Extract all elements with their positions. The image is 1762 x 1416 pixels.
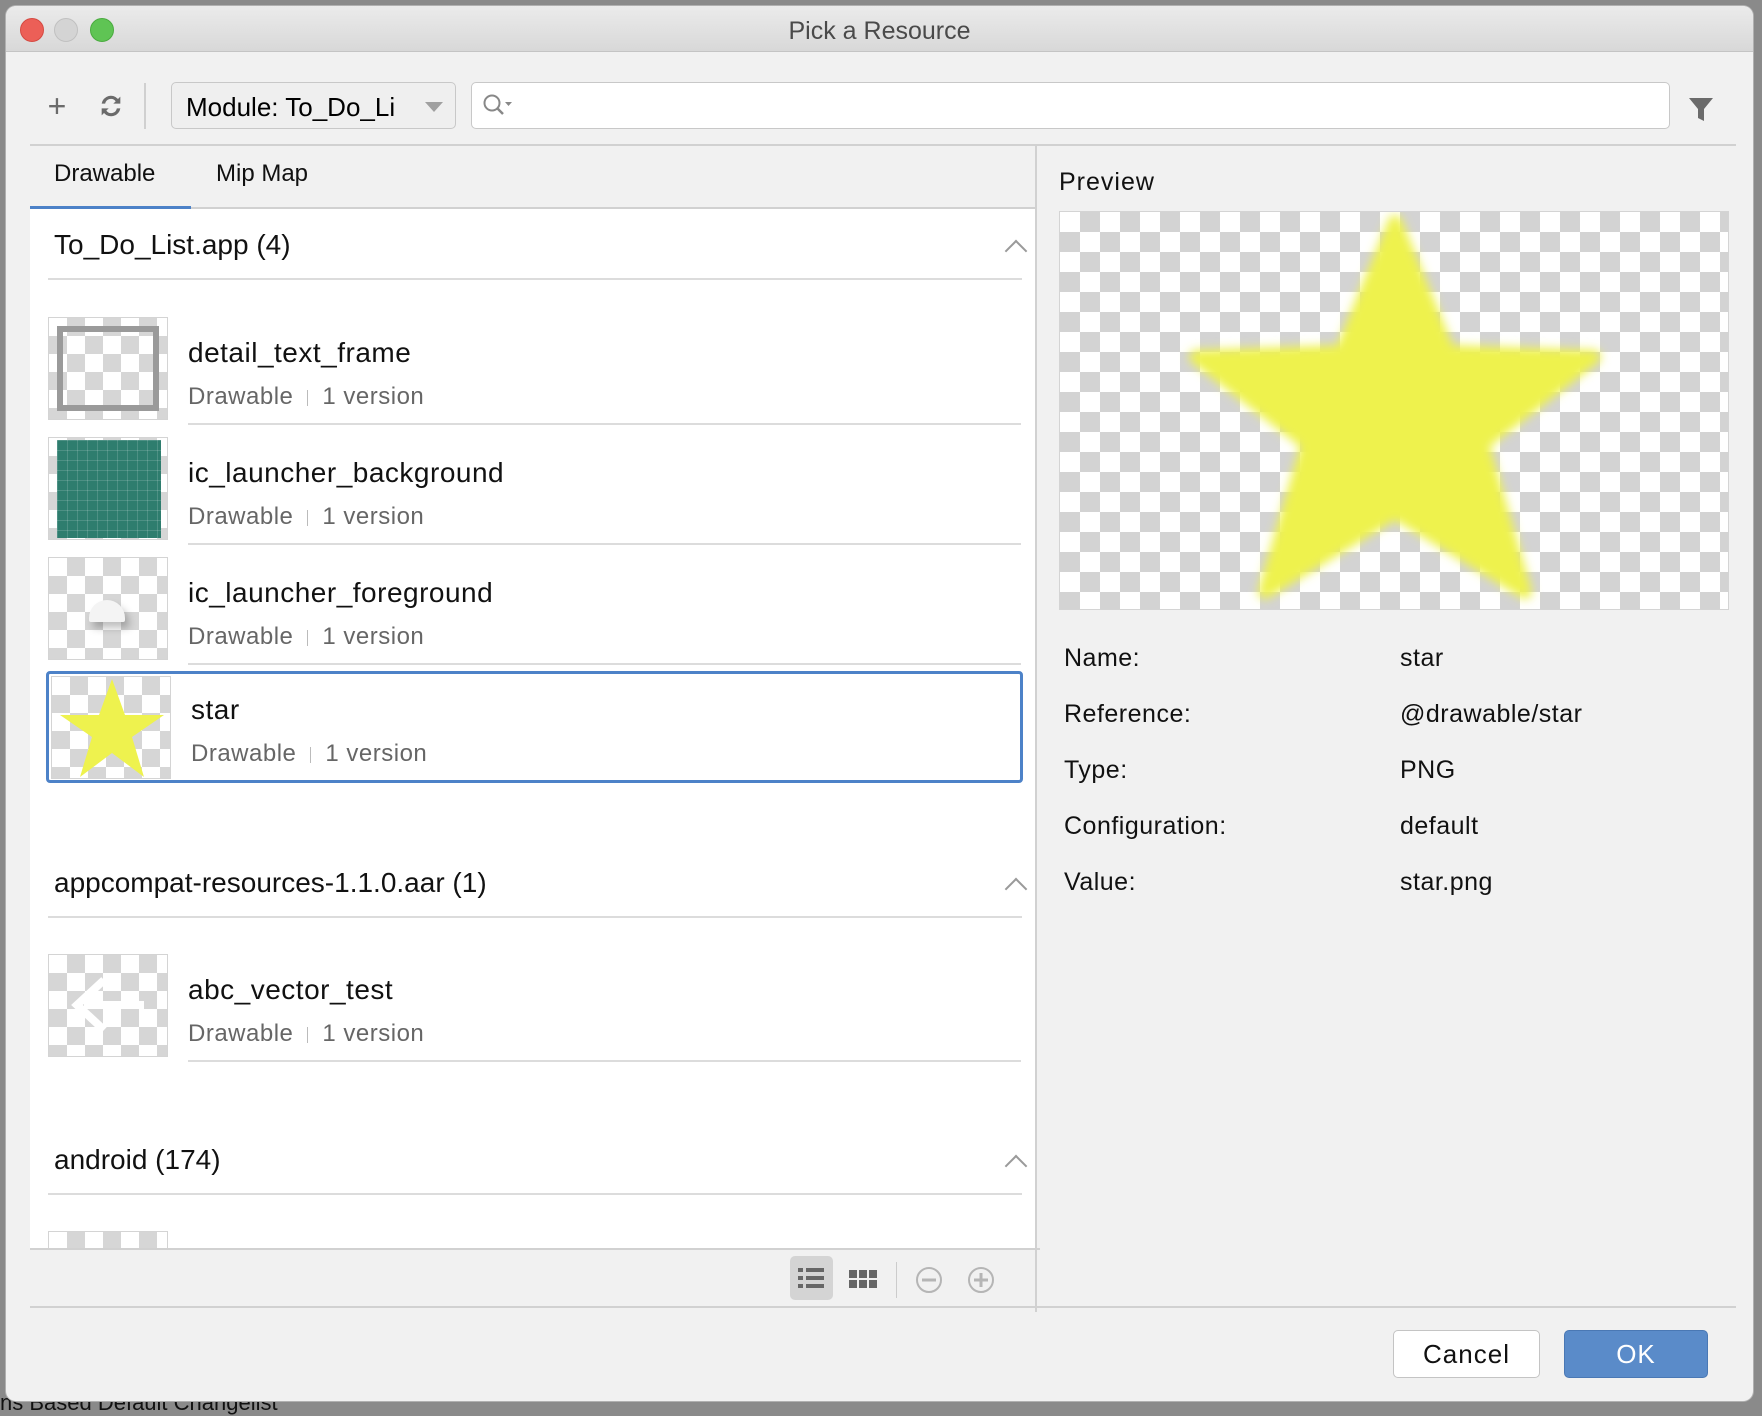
- refresh-button[interactable]: [93, 88, 129, 124]
- chevron-down-icon: [425, 102, 443, 112]
- ok-button[interactable]: OK: [1564, 1330, 1708, 1378]
- grid-view-icon[interactable]: [848, 1268, 878, 1290]
- pick-resource-dialog: Pick a Resource + Module: To_Do_Li Drawa…: [6, 6, 1753, 1401]
- search-icon: [483, 94, 512, 115]
- thumbnail: [51, 676, 171, 779]
- resource-item-detail-text-frame[interactable]: detail_text_frame Drawable 1 version: [46, 317, 1021, 427]
- group-divider: [48, 278, 1022, 280]
- group-divider: [48, 1193, 1022, 1195]
- item-divider: [188, 543, 1021, 545]
- zoom-in-icon[interactable]: [966, 1265, 996, 1295]
- resource-item-abc-vector-test[interactable]: abc_vector_test Drawable 1 version: [46, 954, 1021, 1064]
- detail-value-name: star: [1400, 644, 1444, 672]
- resource-meta: Drawable 1 version: [191, 740, 427, 768]
- item-divider: [188, 1060, 1021, 1062]
- resource-meta: Drawable 1 version: [188, 623, 424, 651]
- filter-icon[interactable]: [1688, 96, 1714, 124]
- panel-divider: [1035, 144, 1037, 1312]
- resource-versions: 1 version: [322, 503, 425, 530]
- group-header: To_Do_List.app (4): [54, 229, 291, 260]
- resource-type: Drawable: [191, 740, 297, 767]
- plus-icon: +: [47, 87, 67, 124]
- resource-list: To_Do_List.app (4) detail_text_frame Dra…: [30, 209, 1036, 1248]
- detail-label-reference: Reference:: [1064, 700, 1192, 728]
- resource-type: Drawable: [188, 1020, 294, 1047]
- arrow-left-icon: [71, 977, 144, 1033]
- thumbnail: [48, 954, 168, 1057]
- thumbnail-partial[interactable]: [48, 1231, 168, 1248]
- toolbar-separator: [144, 83, 146, 129]
- detail-value-type: PNG: [1400, 756, 1456, 784]
- tab-mip-map[interactable]: Mip Map: [216, 160, 308, 188]
- grid-background-shape: [57, 440, 161, 538]
- thumbnail: [48, 437, 168, 540]
- title-bar: Pick a Resource: [6, 6, 1753, 52]
- resource-type: Drawable: [188, 503, 294, 530]
- star-preview-icon: [1189, 215, 1601, 599]
- resource-name: ic_launcher_foreground: [188, 577, 494, 608]
- detail-label-type: Type:: [1064, 756, 1128, 784]
- footer-divider: [30, 1306, 1736, 1308]
- meta-separator: [307, 509, 309, 526]
- detail-value-configuration: default: [1400, 812, 1479, 840]
- meta-separator: [307, 389, 309, 406]
- item-divider: [188, 423, 1021, 425]
- resource-type: Drawable: [188, 623, 294, 650]
- module-dropdown[interactable]: Module: To_Do_Li: [171, 82, 456, 129]
- tab-drawable[interactable]: Drawable: [54, 160, 155, 188]
- window-title: Pick a Resource: [788, 17, 971, 45]
- chevron-up-icon[interactable]: [1004, 1154, 1028, 1178]
- resource-meta: Drawable 1 version: [188, 503, 424, 531]
- cancel-button[interactable]: Cancel: [1393, 1330, 1540, 1378]
- list-icon: [798, 1268, 824, 1288]
- detail-label-name: Name:: [1064, 644, 1141, 672]
- zoom-out-icon[interactable]: [914, 1265, 944, 1295]
- chevron-up-icon[interactable]: [1004, 877, 1028, 901]
- resource-item-star[interactable]: star Drawable 1 version: [46, 671, 1023, 783]
- thumbnail: [48, 317, 168, 420]
- resource-name: ic_launcher_background: [188, 457, 505, 488]
- preview-title: Preview: [1059, 168, 1155, 196]
- star-icon: [60, 679, 164, 777]
- resource-versions: 1 version: [322, 1020, 425, 1047]
- resource-name: star: [191, 694, 240, 725]
- group-divider: [48, 916, 1022, 918]
- android-icon: [89, 600, 125, 622]
- detail-label-value: Value:: [1064, 868, 1137, 896]
- toolbar-divider: [30, 144, 1736, 146]
- list-bottom-divider: [30, 1248, 1040, 1250]
- resource-meta: Drawable 1 version: [188, 1020, 424, 1048]
- item-divider: [188, 663, 1021, 665]
- group-header: appcompat-resources-1.1.0.aar (1): [54, 867, 487, 898]
- meta-separator: [307, 629, 309, 646]
- resource-item-ic-launcher-background[interactable]: ic_launcher_background Drawable 1 version: [46, 437, 1021, 547]
- module-label: Module: To_Do_Li: [186, 92, 396, 122]
- detail-label-configuration: Configuration:: [1064, 812, 1227, 840]
- resource-item-ic-launcher-foreground[interactable]: ic_launcher_foreground Drawable 1 version: [46, 557, 1021, 667]
- resource-versions: 1 version: [322, 623, 425, 650]
- detail-value-value: star.png: [1400, 868, 1493, 896]
- frame-shape: [57, 326, 159, 411]
- thumbnail: [48, 557, 168, 660]
- bottom-toolbar-separator: [896, 1262, 897, 1298]
- detail-value-reference: @drawable/star: [1400, 700, 1583, 728]
- resource-name: abc_vector_test: [188, 974, 394, 1005]
- meta-separator: [307, 1026, 309, 1043]
- list-view-button[interactable]: [790, 1256, 833, 1300]
- resource-name: detail_text_frame: [188, 337, 412, 368]
- add-resource-button[interactable]: +: [39, 88, 75, 124]
- resource-type: Drawable: [188, 383, 294, 410]
- refresh-icon: [101, 95, 121, 117]
- resource-meta: Drawable 1 version: [188, 383, 424, 411]
- group-header: android (174): [54, 1144, 221, 1175]
- resource-versions: 1 version: [322, 383, 425, 410]
- preview-image: [1059, 211, 1729, 610]
- chevron-up-icon[interactable]: [1004, 239, 1028, 263]
- meta-separator: [310, 746, 312, 763]
- resource-versions: 1 version: [325, 740, 428, 767]
- search-input[interactable]: [471, 82, 1670, 129]
